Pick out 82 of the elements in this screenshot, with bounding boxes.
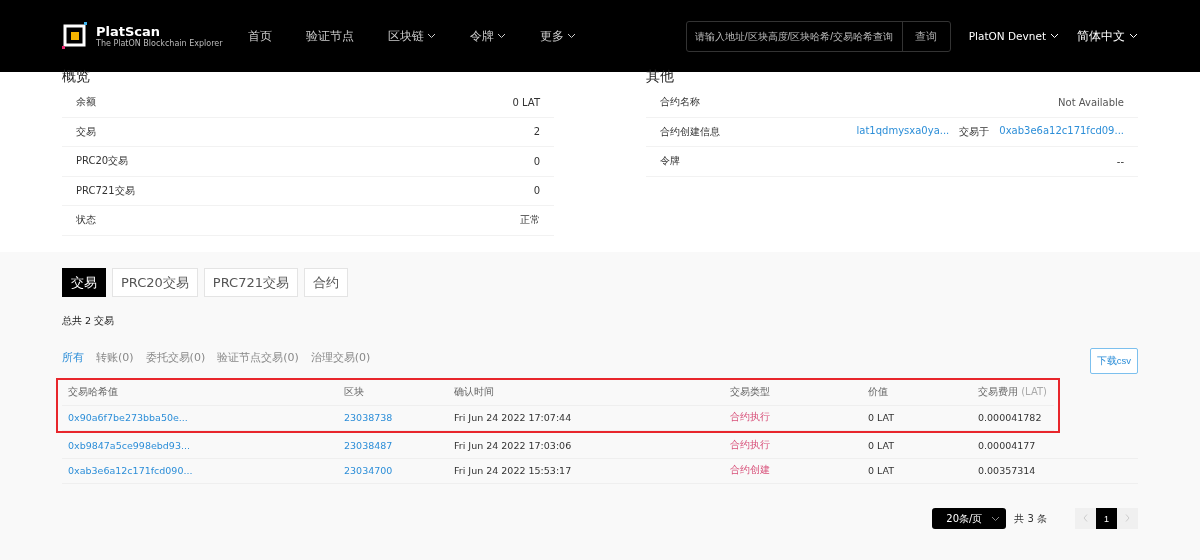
transaction-type: 合约执行 [730,411,771,425]
brand-tagline: The PlatON Blockchain Explorer [96,39,223,48]
field-label: 合约创建信息 [660,124,720,139]
field-value: 0 LAT [512,96,540,108]
table-row[interactable]: 0xb9847a5ce998ebd93... 23038487 Fri Jun 24 2022 17:03:06 合约执行 0 LAT 0.00004177 [62,433,1138,459]
brand-name: PlatScan [96,24,162,39]
confirm-time: Fri Jun 24 2022 17:07:44 [454,412,573,424]
block-link[interactable]: 23038487 [344,439,454,451]
language-selector[interactable]: 简体中文 [1077,28,1138,44]
network-selector[interactable]: PlatON Devnet [968,30,1059,42]
chevron-left-icon [1083,513,1088,522]
transaction-type: 合约执行 [730,438,771,452]
field-value: 2 [533,126,540,138]
section-title: 其他 [646,68,675,86]
fee-cell-text: 0.000041782 [978,412,1043,424]
filter-link[interactable]: 验证节点交易(0) [217,349,299,365]
nav-link[interactable]: 首页 [248,28,272,44]
value-cell-text: 0 LAT [868,465,896,477]
table-row[interactable]: 0xab3e6a12c171fcd090... 23034700 Fri Jun 24 2022 15:53:17 合约创建 0 LAT 0.00357314 [62,458,1138,484]
creator-address-link[interactable]: lat1qdmysxa0ya... [856,124,950,139]
nav-link[interactable]: 验证节点 [306,28,354,44]
chevron-right-icon [1125,513,1130,522]
tab[interactable]: 合约 [303,268,348,297]
next-page-button[interactable] [1117,508,1138,529]
page-size-select[interactable]: 20条/页 [932,508,1007,529]
search-field[interactable]: 请输入地址/区块高度/区块哈希/交易哈希查询 查询 [685,20,951,52]
table-row[interactable]: 0x90a6f7be273bba50e... 23038738 Fri Jun 24 2022 17:07:44 合约执行 0 LAT 0.000041782 [62,405,1054,431]
value-cell-text: 0 LAT [868,439,896,451]
filter-link[interactable]: 转账(0) [96,349,134,365]
chevron-down-icon [1129,33,1138,39]
transaction-hash-link[interactable]: 0xab3e6a12c171fcd090... [68,465,344,477]
transaction-hash-link[interactable]: 0x90a6f7be273bba50e... [68,412,344,424]
field-text: 交易于 [959,124,990,139]
search-button[interactable]: 查询 [901,21,950,51]
column-header: 价值 [868,385,889,400]
block-link[interactable]: 23034700 [344,465,454,477]
chevron-down-icon [427,33,436,39]
chevron-down-icon [1050,33,1059,39]
tab[interactable]: PRC20交易 [112,268,198,297]
filter-link[interactable]: 所有 [62,349,84,365]
filter-link[interactable]: 治理交易(0) [310,349,371,365]
column-header: 区块 [344,385,365,400]
page-button[interactable]: 1 [1096,508,1117,529]
transaction-type: 合约创建 [730,464,771,478]
confirm-time: Fri Jun 24 2022 17:03:06 [454,439,573,451]
confirm-time: Fri Jun 24 2022 15:53:17 [454,465,573,477]
chevron-down-icon [991,515,1001,522]
field-label: 余额 [76,95,96,110]
section-title: 概览 [62,68,91,86]
field-value: 0 [533,185,540,197]
fee-cell-text: 0.00357314 [978,465,1037,477]
field-label: 令牌 [660,154,680,169]
download-csv-button[interactable]: 下载csv [1089,348,1138,374]
field-label: 合约名称 [660,95,700,110]
field-value: 正常 [520,213,540,228]
total-items: 共 3 条 [1014,511,1047,526]
chevron-down-icon [567,33,576,39]
tab[interactable]: 交易 [62,268,106,297]
logo-icon [62,22,88,50]
block-link[interactable]: 23038738 [344,412,454,424]
field-value: Not Available [1058,96,1124,108]
field-label: PRC721交易 [76,183,135,198]
field-label: PRC20交易 [76,154,129,169]
column-header: 确认时间 [454,385,495,400]
field-label: 状态 [76,213,96,228]
column-header: 交易费用 (LAT) [978,385,1048,400]
nav-link[interactable]: 区块链 [388,28,436,44]
previous-page-button[interactable] [1075,508,1096,529]
field-label: 交易 [76,124,96,139]
field-value: 0 [533,155,540,167]
filter-link[interactable]: 委托交易(0) [145,349,206,365]
nav-link[interactable]: 更多 [540,28,576,44]
value-cell-text: 0 LAT [868,412,896,424]
column-header: 交易哈希值 [68,385,119,400]
nav-link[interactable]: 令牌 [470,28,506,44]
tab[interactable]: PRC721交易 [203,268,298,297]
total-count: 总共 2 交易 [62,315,116,328]
fee-cell-text: 0.00004177 [978,439,1037,451]
field-value: -- [1116,155,1124,167]
column-header: 交易类型 [730,385,771,400]
chevron-down-icon [497,33,506,39]
transaction-link[interactable]: 0xab3e6a12c171fcd09... [999,124,1124,139]
